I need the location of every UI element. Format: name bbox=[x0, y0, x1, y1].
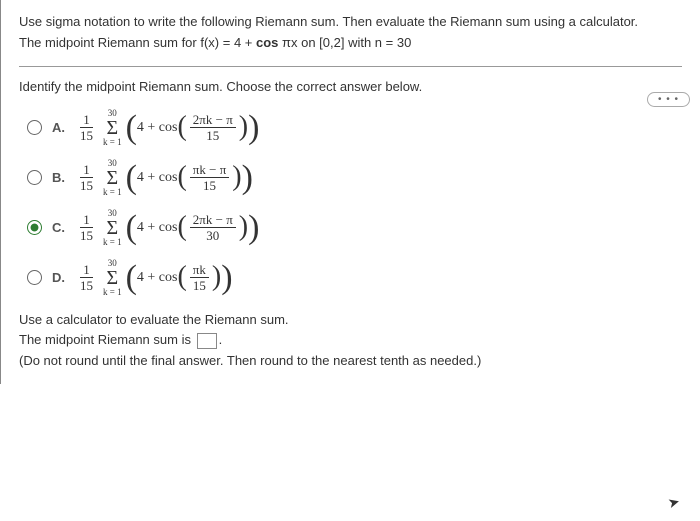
option-b[interactable]: B. 115 30Σk = 1 ( 4 + cos ( πk − π15 ) ) bbox=[27, 156, 682, 200]
rounding-note: (Do not round until the final answer. Th… bbox=[19, 351, 682, 372]
cursor-icon: ➤ bbox=[666, 493, 682, 512]
instruction-text: Identify the midpoint Riemann sum. Choos… bbox=[19, 79, 682, 94]
formula-b: 115 30Σk = 1 ( 4 + cos ( πk − π15 ) ) bbox=[74, 159, 253, 197]
option-d[interactable]: D. 115 30Σk = 1 ( 4 + cos ( πk15 ) ) bbox=[27, 256, 682, 300]
formula-d: 115 30Σk = 1 ( 4 + cos ( πk15 ) ) bbox=[74, 259, 233, 297]
radio-c[interactable] bbox=[27, 220, 42, 235]
option-label: A. bbox=[52, 120, 74, 135]
more-button[interactable]: • • • bbox=[647, 92, 690, 107]
evaluate-instruction: Use a calculator to evaluate the Riemann… bbox=[19, 310, 682, 331]
evaluate-section: Use a calculator to evaluate the Riemann… bbox=[19, 310, 682, 372]
radio-d[interactable] bbox=[27, 270, 42, 285]
divider bbox=[19, 66, 682, 67]
formula-c: 115 30Σk = 1 ( 4 + cos ( 2πk − π30 ) ) bbox=[74, 209, 259, 247]
option-label: B. bbox=[52, 170, 74, 185]
option-a[interactable]: A. 115 30Σk = 1 ( 4 + cos ( 2πk − π15 ) … bbox=[27, 106, 682, 150]
problem-statement: Use sigma notation to write the followin… bbox=[19, 12, 682, 54]
options-group: A. 115 30Σk = 1 ( 4 + cos ( 2πk − π15 ) … bbox=[27, 106, 682, 300]
formula-a: 115 30Σk = 1 ( 4 + cos ( 2πk − π15 ) ) bbox=[74, 109, 259, 147]
option-label: C. bbox=[52, 220, 74, 235]
answer-input[interactable] bbox=[197, 333, 217, 349]
option-label: D. bbox=[52, 270, 74, 285]
answer-line: The midpoint Riemann sum is . bbox=[19, 330, 682, 351]
problem-line1: Use sigma notation to write the followin… bbox=[19, 12, 682, 33]
radio-a[interactable] bbox=[27, 120, 42, 135]
option-c[interactable]: C. 115 30Σk = 1 ( 4 + cos ( 2πk − π30 ) … bbox=[27, 206, 682, 250]
problem-line2: The midpoint Riemann sum for f(x) = 4 + … bbox=[19, 33, 682, 54]
radio-b[interactable] bbox=[27, 170, 42, 185]
